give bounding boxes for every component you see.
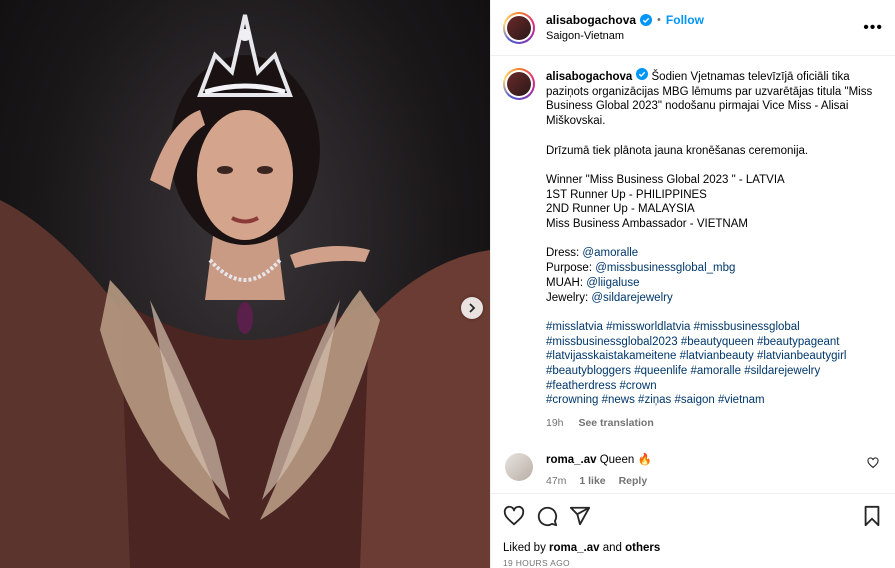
credit-line: Purpose: @missbusinessglobal_mbg xyxy=(546,261,883,276)
hashtag-line[interactable]: #misslatvia #missworldlatvia #missbusine… xyxy=(546,320,883,335)
result-line: Miss Business Ambassador - VIETNAM xyxy=(546,218,748,230)
comment-text: Queen 🔥 xyxy=(599,453,652,466)
separator-dot: • xyxy=(657,13,661,26)
chevron-right-icon xyxy=(469,303,476,313)
caption-paragraph-2: Drīzumā tiek plānota jauna kronēšanas ce… xyxy=(546,144,809,157)
result-line: 1ST Runner Up - PHILIPPINES xyxy=(546,188,707,201)
credits-list: Dress: @amoralle Purpose: @missbusinessg… xyxy=(546,246,883,305)
comment-age: 47m xyxy=(546,474,567,487)
comment-likes[interactable]: 1 like xyxy=(579,475,605,487)
hashtag-line[interactable]: #missbusinessglobal2023 #beautyqueen #be… xyxy=(546,335,883,350)
post-photo[interactable] xyxy=(0,0,490,568)
liked-by-others[interactable]: others xyxy=(625,542,660,554)
caption-meta: 19h See translation xyxy=(546,416,883,431)
credit-handle[interactable]: @liigaluse xyxy=(586,277,639,289)
comment-item: roma_.av Queen 🔥 47m 1 like Reply xyxy=(503,452,883,488)
next-photo-button[interactable] xyxy=(461,297,483,319)
credit-handle[interactable]: @sildarejewelry xyxy=(591,292,672,304)
post-location[interactable]: Saigon-Vietnam xyxy=(546,28,704,44)
liked-by-user[interactable]: roma_.av xyxy=(549,542,600,554)
send-icon[interactable] xyxy=(569,505,591,527)
liked-by-summary: Liked by roma_.av and others xyxy=(503,542,883,554)
caption-author-avatar[interactable] xyxy=(503,68,535,100)
instagram-post-view: alisabogachova • Follow Saigon-Vietnam •… xyxy=(0,0,895,568)
author-avatar[interactable] xyxy=(503,11,535,44)
caption-age[interactable]: 19h xyxy=(546,417,564,429)
hashtags: #misslatvia #missworldlatvia #missbusine… xyxy=(546,320,883,408)
post-side-panel: alisabogachova • Follow Saigon-Vietnam •… xyxy=(490,0,895,568)
liked-prefix: Liked by xyxy=(503,542,550,554)
credit-label: Jewelry: xyxy=(546,291,592,304)
caption-username[interactable]: alisabogachova xyxy=(546,71,632,83)
results-list: Winner "Miss Business Global 2023 " - LA… xyxy=(546,173,883,232)
post-caption: alisabogachova Šodien Vjetnamas televīzī… xyxy=(503,68,883,431)
portrait-image xyxy=(0,14,490,568)
liked-and: and xyxy=(599,542,626,554)
credit-label: Purpose: xyxy=(546,262,596,275)
follow-button[interactable]: Follow xyxy=(666,12,704,28)
action-icons xyxy=(503,504,883,528)
credit-handle[interactable]: @amoralle xyxy=(582,247,638,259)
credit-line: Dress: @amoralle xyxy=(546,246,883,261)
comment-content: roma_.av Queen 🔥 xyxy=(546,453,652,467)
hashtag-line[interactable]: #latvijasskaistakameitene #latvianbeauty… xyxy=(546,349,883,364)
credit-label: MUAH: xyxy=(546,276,587,289)
see-translation-link[interactable]: See translation xyxy=(578,417,653,429)
comment-icon[interactable] xyxy=(536,505,558,527)
commenter-avatar[interactable] xyxy=(505,452,533,481)
post-header: alisabogachova • Follow Saigon-Vietnam •… xyxy=(491,0,895,56)
result-line: Winner "Miss Business Global 2023 " - LA… xyxy=(546,173,785,186)
comments-section[interactable]: alisabogachova Šodien Vjetnamas televīzī… xyxy=(491,56,895,493)
comment-like-heart-icon[interactable] xyxy=(867,457,879,469)
hashtag-line[interactable]: #crowning #news #ziņas #saigon #vietnam xyxy=(546,393,883,408)
author-username[interactable]: alisabogachova xyxy=(546,12,636,28)
post-timestamp[interactable]: 19 HOURS AGO xyxy=(503,558,883,568)
result-line: 2ND Runner Up - MALAYSIA xyxy=(546,203,695,216)
commenter-username[interactable]: roma_.av xyxy=(546,454,597,466)
caption-first-paragraph: alisabogachova Šodien Vjetnamas televīzī… xyxy=(546,68,883,129)
verified-badge-icon xyxy=(636,68,649,80)
verified-badge-icon xyxy=(640,13,653,26)
credit-handle[interactable]: @missbusinessglobal_mbg xyxy=(595,262,735,274)
credit-line: Jewelry: @sildarejewelry xyxy=(546,291,883,306)
hashtag-line[interactable]: #featherdress #crown xyxy=(546,379,883,394)
credit-line: MUAH: @liigaluse xyxy=(546,276,883,291)
reply-button[interactable]: Reply xyxy=(619,475,648,487)
more-options-icon[interactable]: ••• xyxy=(863,19,883,37)
post-actions: Liked by roma_.av and others 19 HOURS AG… xyxy=(491,493,895,568)
heart-icon[interactable] xyxy=(503,505,525,527)
hashtag-line[interactable]: #beautybloggers #queenlife #amoralle #si… xyxy=(546,364,883,379)
bookmark-icon[interactable] xyxy=(861,505,883,527)
comment-meta: 47m 1 like Reply xyxy=(546,474,652,488)
credit-label: Dress: xyxy=(546,247,583,260)
